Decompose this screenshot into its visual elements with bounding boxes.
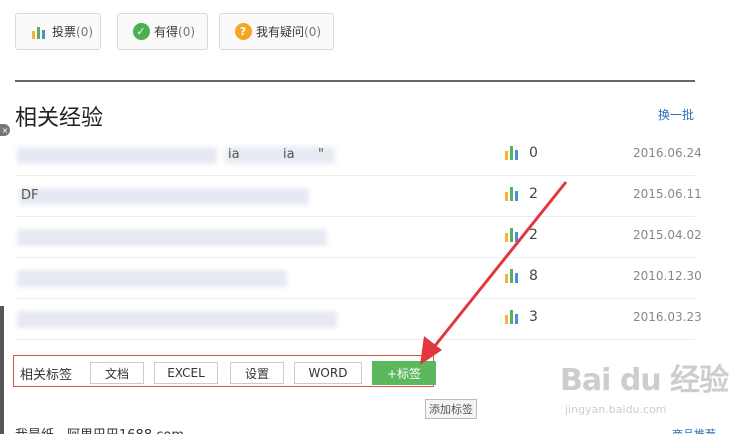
- annotation-arrow: [420, 181, 568, 365]
